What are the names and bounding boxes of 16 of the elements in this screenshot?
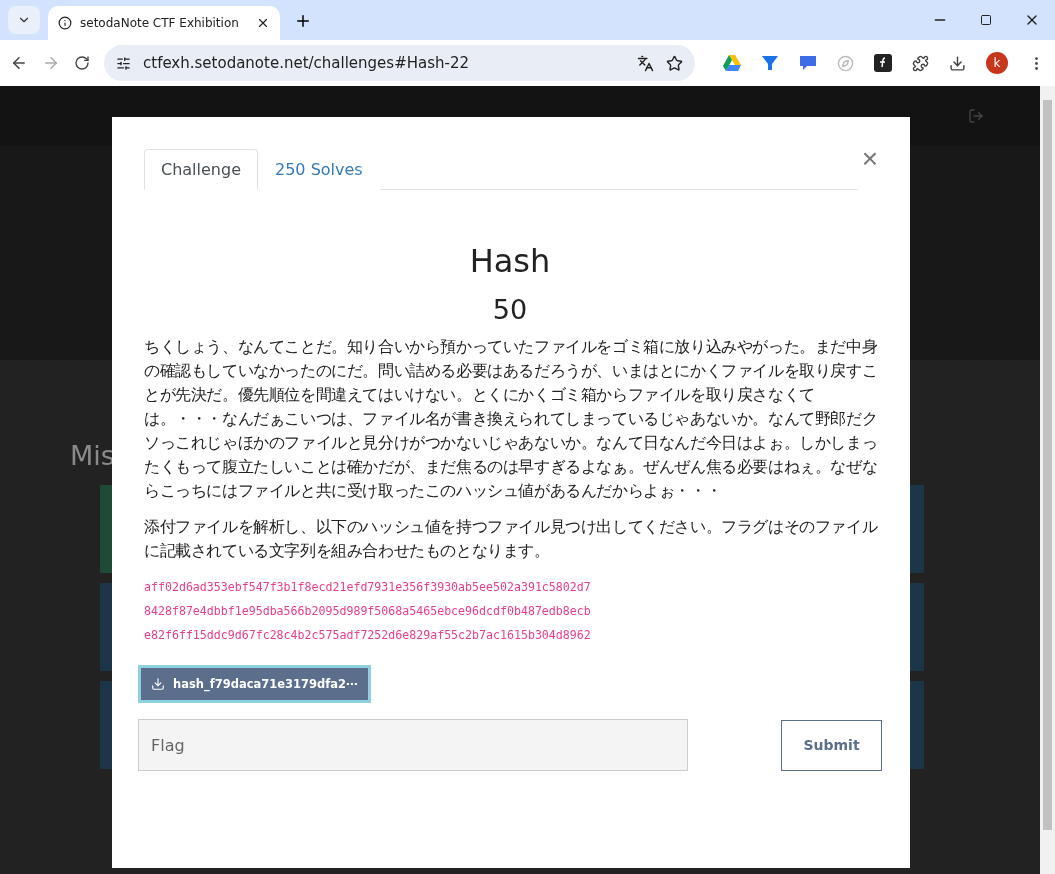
challenge-title: Hash [468, 242, 552, 280]
close-button[interactable]: × [861, 145, 878, 173]
hash-value: 8428f87e4dbbf1e95dba566b2095d989f5068a5465ebce96dcdf0b487edb8ecb [144, 603, 592, 620]
description-text: ちくしょう、なんてことだ。知り合いから預かっていたファイルをゴミ箱に放り込みやがった。まだ中身の確認もしていなかったのにだ。問い詰める必要はあるだろうが、いまはとにかくファイルを取り戻すことが先決だ。優先順位を間違えてはいけない。とくにかくゴミ箱からファイルを取り戻さなくては。・・・なんだぁこいつは、ファイル名が書き換えられてしまっているじゃあないか。なんて野郎だクソっこれじゃほかのファイルと見分けがつかないじゃあないか。なんて日なんだ今日はよぉ。しかしまったくもって腹立たしいことは確かだが、まだ焦るのは早すぎるよなぁ。ぜんぜん焦る必要はねぇ。なぜならこっちにはファイルと共に受け取ったこのハッシュ値があるんだからよぉ・・・ [144, 336, 879, 502]
hash-value: e82f6ff15ddc9d67fc28c4b2c575adf7252d6e829af55c2b7ac1615b304d8962 [144, 627, 592, 644]
challenge-points: 50 [491, 294, 529, 325]
flag-input[interactable]: Flag [138, 719, 688, 771]
profile-avatar[interactable]: k [986, 52, 1008, 74]
description-text: 添付ファイルを解析し、以下のハッシュ値を持つファイル見つけ出してください。フラグはそのファイルに記載されている文字列を組み合わせたものとなります。 [144, 516, 879, 562]
dialog-tab[interactable]: Challenge [144, 149, 258, 190]
hash-value: aff02d6ad353ebf547f3b1f8ecd21efd7931e356f3930ab5ee502a391c5802d7 [144, 579, 592, 596]
browser-tab[interactable]: setodaNote CTF Exhibition [48, 6, 280, 40]
submit-button[interactable]: Submit [781, 719, 882, 771]
section-title: Mis [70, 440, 115, 471]
file-download-button[interactable]: hash_f79daca71e3179dfa2⋯ [138, 665, 371, 703]
address-bar[interactable]: ctfexh.setodanote.net/challenges#Hash-22 [104, 45, 695, 81]
